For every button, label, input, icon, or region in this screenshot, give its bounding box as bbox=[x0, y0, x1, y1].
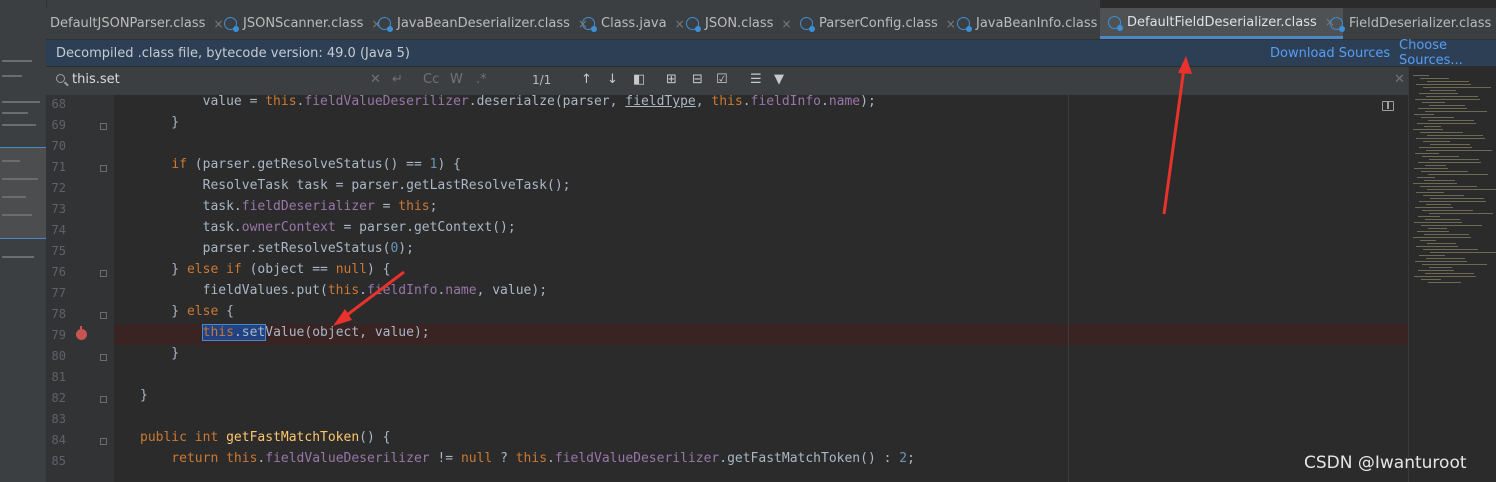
arrow-shaft bbox=[1162, 67, 1186, 215]
arrow-to-breakpoint-line bbox=[333, 270, 405, 326]
arrow-head bbox=[1178, 56, 1192, 74]
arrow-to-active-tab bbox=[1162, 56, 1192, 215]
arrow-shaft bbox=[342, 270, 405, 320]
ide-window: DefaultJSONParser.class × JSONScanner.clas… bbox=[0, 0, 1496, 482]
annotation-arrows bbox=[333, 56, 1192, 326]
